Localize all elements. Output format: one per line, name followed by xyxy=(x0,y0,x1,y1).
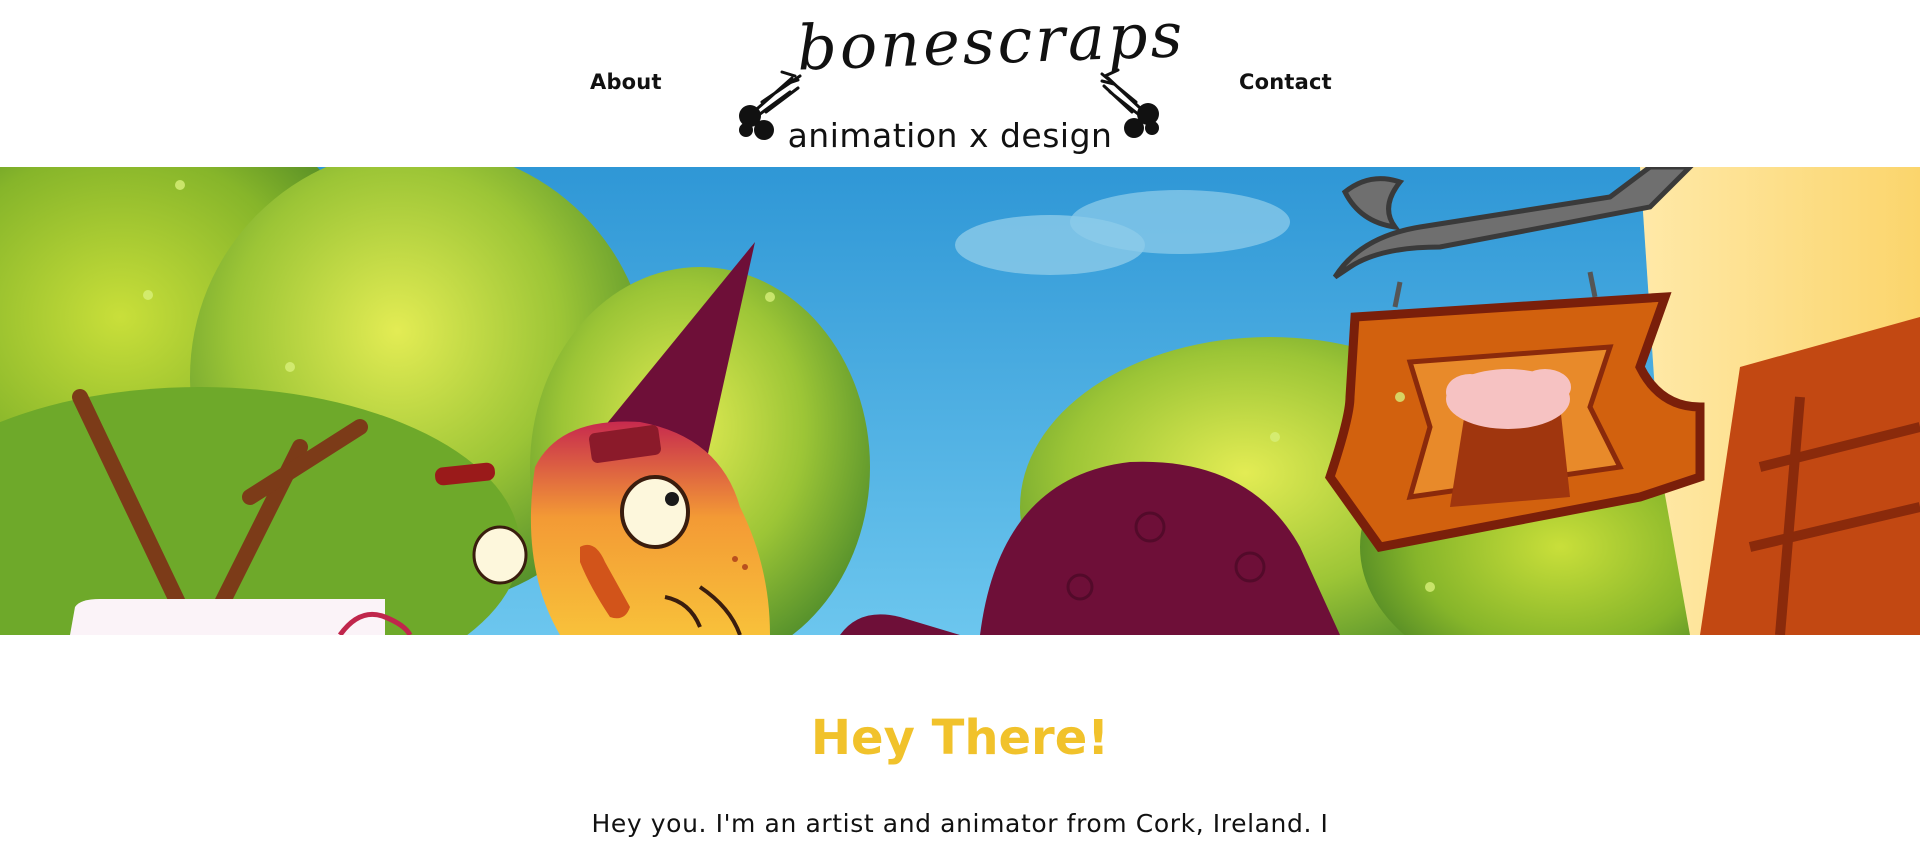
site-logo[interactable]: bonescraps animation x design xyxy=(720,0,1186,156)
hero-illustration xyxy=(0,167,1920,635)
logo-wordmark: bonescraps xyxy=(795,0,1187,85)
hero-image xyxy=(0,167,1920,635)
nav-contact-link[interactable]: Contact xyxy=(1239,70,1332,94)
intro-text: Hey you. I'm an artist and animator from… xyxy=(591,809,1329,838)
site-header: About bonescraps animation x design Cont… xyxy=(0,0,1920,167)
intro-section: Hey There! Hey you. I'm an artist and an… xyxy=(0,635,1920,850)
nav-about-link[interactable]: About xyxy=(590,70,662,94)
logo-tagline: animation x design xyxy=(787,116,1113,155)
greeting-heading: Hey There! xyxy=(810,710,1110,766)
